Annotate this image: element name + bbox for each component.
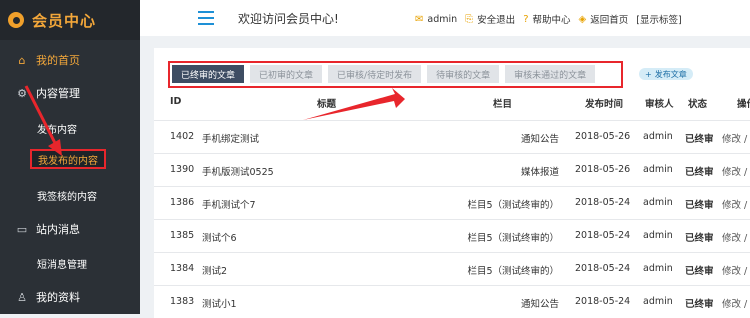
mail-icon: ✉ xyxy=(415,13,424,25)
article-tabs: 已终审的文章 已初审的文章 已审核/待定时发布 待审核的文章 审核未通过的文章 xyxy=(172,65,596,83)
sidebar: 会员中心 ⌂ 我的首页 ⚙ 内容管理 发布内容 我发布的内容 我签核的内容 ▭ … xyxy=(0,0,140,314)
sidebar-item-label: 我的资料 xyxy=(36,291,80,304)
sidebar-item-label: 我的首页 xyxy=(36,54,80,67)
table-row: 1386 手机测试个7 栏目5（测试终审的） 2018-05-24 admin … xyxy=(154,186,750,218)
menu-toggle-icon[interactable] xyxy=(198,11,214,25)
edit-link[interactable]: 修改 / xyxy=(722,263,747,277)
table-row: 1383 测试小1 通知公告 2018-05-24 admin 已终审 修改 / xyxy=(154,285,750,317)
edit-link[interactable]: 修改 / xyxy=(722,230,747,244)
tab-first-approved[interactable]: 已初审的文章 xyxy=(250,65,323,83)
edit-link[interactable]: 修改 / xyxy=(722,296,747,310)
header-time: 发布时间 xyxy=(585,99,624,110)
top-links: ✉ admin ⎘ 安全退出 ? 帮助中心 ◈ 返回首页 [显示标签] xyxy=(415,12,682,27)
table-row: 1384 测试2 栏目5（测试终审的） 2018-05-24 admin 已终审… xyxy=(154,252,750,284)
sidebar-item-label: 内容管理 xyxy=(36,87,80,100)
layers-icon: ◈ xyxy=(578,13,587,25)
gear-icon: ⚙ xyxy=(17,86,27,100)
header-ops: 操作 xyxy=(737,99,750,110)
table-row: 1385 测试个6 栏目5（测试终审的） 2018-05-24 admin 已终… xyxy=(154,219,750,251)
display-tag-link[interactable]: [显示标签] xyxy=(636,12,681,26)
user-icon: ♙ xyxy=(17,290,27,304)
sidebar-item-messages[interactable]: ▭ 站内消息 xyxy=(0,213,140,245)
header-id: ID xyxy=(170,96,182,107)
plus-icon: + xyxy=(645,69,652,79)
header-column: 栏目 xyxy=(493,99,513,110)
help-icon: ? xyxy=(523,13,529,25)
header-reviewer: 审核人 xyxy=(645,99,674,110)
brand-title: 会员中心 xyxy=(32,11,97,30)
message-icon: ▭ xyxy=(16,222,28,236)
top-bar: 欢迎访问会员中心! ✉ admin ⎘ 安全退出 ? 帮助中心 ◈ 返回首页 [显示标签… xyxy=(140,0,750,36)
header-title: 标题 xyxy=(317,99,337,110)
publish-article-button[interactable]: + 发布文章 xyxy=(639,68,693,80)
header-status: 状态 xyxy=(688,99,708,110)
sidebar-item-label: 站内消息 xyxy=(36,223,80,236)
sidebar-item-content-manage[interactable]: ⚙ 内容管理 xyxy=(0,77,140,109)
sidebar-item-profile[interactable]: ♙ 我的资料 xyxy=(0,281,140,313)
table-row: 1402 手机绑定测试 通知公告 2018-05-26 admin 已终审 修改… xyxy=(154,120,750,152)
edit-link[interactable]: 修改 / xyxy=(722,197,747,211)
sidebar-item-my-published[interactable]: 我发布的内容 xyxy=(30,149,106,169)
brand-logo-icon xyxy=(8,12,24,28)
tab-scheduled[interactable]: 已审核/待定时发布 xyxy=(328,65,422,83)
sidebar-item-my-signed[interactable]: 我签核的内容 xyxy=(0,179,140,211)
edit-link[interactable]: 修改 / xyxy=(722,131,747,145)
tab-rejected[interactable]: 审核未通过的文章 xyxy=(505,65,596,83)
tab-final-approved[interactable]: 已终审的文章 xyxy=(172,65,245,83)
table-row: 1390 手机版测试0525 媒体报道 2018-05-26 admin 已终审… xyxy=(154,153,750,185)
help-link[interactable]: ? 帮助中心 xyxy=(523,12,570,27)
user-link[interactable]: ✉ admin xyxy=(415,14,457,25)
sidebar-item-publish-content[interactable]: 发布内容 xyxy=(0,112,140,144)
edit-link[interactable]: 修改 / xyxy=(722,164,747,178)
tab-pending[interactable]: 待审核的文章 xyxy=(427,65,500,83)
home-icon: ⌂ xyxy=(18,53,26,67)
logout-icon: ⎘ xyxy=(465,13,474,25)
brand[interactable]: 会员中心 xyxy=(0,0,140,40)
sidebar-item-sms-manage[interactable]: 短消息管理 xyxy=(0,247,140,279)
sidebar-item-home[interactable]: ⌂ 我的首页 xyxy=(0,44,140,76)
logout-link[interactable]: ⎘ 安全退出 xyxy=(465,12,515,27)
welcome-text: 欢迎访问会员中心! xyxy=(238,12,339,26)
table-header: ID 标题 栏目 发布时间 审核人 状态 操作 xyxy=(154,96,750,116)
back-home-link[interactable]: ◈ 返回首页 xyxy=(578,12,629,27)
content-panel: 已终审的文章 已初审的文章 已审核/待定时发布 待审核的文章 审核未通过的文章 … xyxy=(154,48,750,318)
